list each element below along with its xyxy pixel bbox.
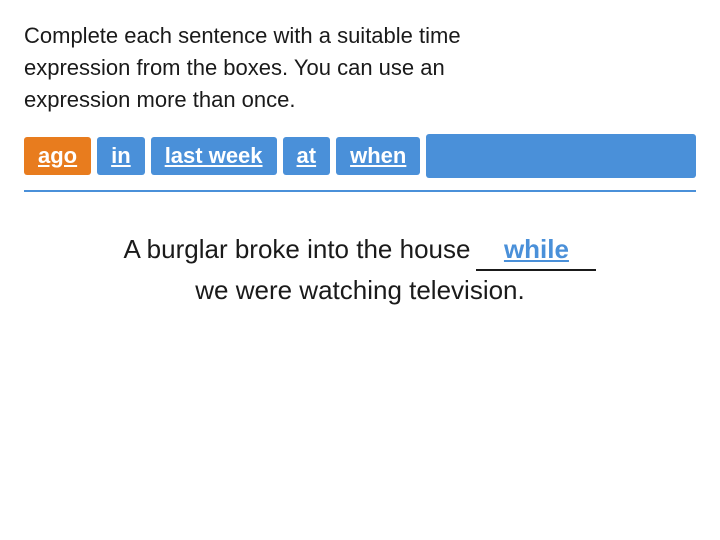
instruction-text: Complete each sentence with a suitable t… xyxy=(24,20,696,116)
sentence-line2: we were watching television. xyxy=(195,271,525,310)
answer-blank: while xyxy=(476,230,596,271)
instruction-line2: expression from the boxes. You can use a… xyxy=(24,55,445,80)
instruction-line3: expression more than once. xyxy=(24,87,296,112)
box-in[interactable]: in xyxy=(97,137,145,175)
box-ago[interactable]: ago xyxy=(24,137,91,175)
instruction-line1: Complete each sentence with a suitable t… xyxy=(24,23,461,48)
divider xyxy=(24,190,696,192)
box-at[interactable]: at xyxy=(283,137,331,175)
sentence-block: A burglar broke into the house while we … xyxy=(24,230,696,310)
boxes-row: ago in last week at when xyxy=(24,134,696,178)
answer-word: while xyxy=(504,230,569,269)
box-last-week[interactable]: last week xyxy=(151,137,277,175)
sentence-line1: A burglar broke into the house while xyxy=(124,230,597,271)
box-extra xyxy=(426,134,696,178)
sentence-part2: we were watching television. xyxy=(195,271,525,310)
sentence-part1: A burglar broke into the house xyxy=(124,230,471,269)
box-when[interactable]: when xyxy=(336,137,420,175)
page: Complete each sentence with a suitable t… xyxy=(0,0,720,540)
